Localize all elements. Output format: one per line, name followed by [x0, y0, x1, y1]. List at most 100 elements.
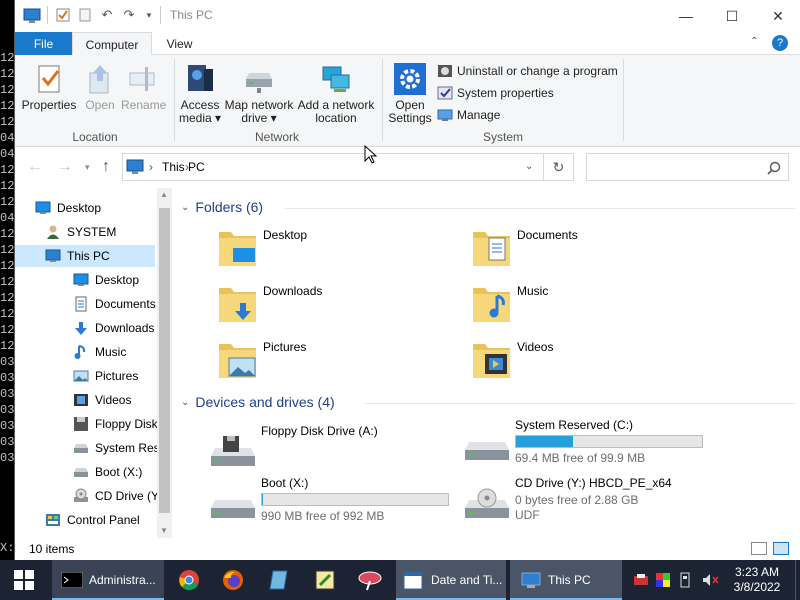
nav-item[interactable]: Boot (X:) — [73, 461, 142, 483]
drive-label: CD Drive (Y:) HBCD_PE_x64 — [515, 476, 672, 490]
forward-arrow-icon[interactable]: → — [57, 158, 73, 176]
access-media-button[interactable]: Access media ▾ — [178, 63, 222, 125]
tray-keyboard-icon[interactable] — [634, 560, 648, 600]
system-properties-icon — [437, 86, 453, 100]
mouse-cursor-icon — [364, 145, 378, 164]
tab-computer[interactable]: Computer — [72, 32, 152, 56]
large-icons-view-icon[interactable] — [773, 542, 789, 555]
properties-button[interactable]: Properties — [21, 63, 77, 112]
nav-item[interactable]: Pictures — [73, 365, 138, 387]
devices-section-header[interactable]: ⌄ Devices and drives (4) — [181, 394, 335, 410]
settings-gear-icon — [394, 63, 426, 95]
add-network-location-button[interactable]: Add a network location — [296, 63, 376, 125]
network-group-label: Network — [254, 130, 299, 144]
tab-view[interactable]: View — [152, 32, 207, 55]
this-pc-icon — [23, 8, 41, 23]
folder-label: Documents — [517, 228, 578, 242]
start-button[interactable] — [0, 560, 48, 600]
tray-clock[interactable]: 3:23 AM 3/8/2022 — [728, 560, 786, 600]
manage-label: Manage — [457, 108, 501, 122]
folder-tile[interactable]: Videos — [445, 336, 695, 386]
drive-icon — [74, 468, 88, 477]
computer-icon — [45, 249, 61, 262]
documents-icon — [75, 296, 87, 312]
nav-item[interactable]: Documents — [73, 293, 156, 315]
close-button[interactable]: ✕ — [755, 0, 800, 32]
tray-volume-muted-icon[interactable] — [702, 560, 720, 600]
refresh-icon[interactable]: ↻ — [544, 153, 574, 181]
folder-tile[interactable]: Music — [445, 280, 695, 330]
nav-item[interactable]: SYSTEM — [45, 221, 116, 243]
recent-locations-icon[interactable]: ▾ — [85, 162, 90, 173]
taskbar-notepad[interactable] — [268, 560, 294, 600]
folder-icon — [219, 232, 256, 266]
map-network-drive-button[interactable]: Map network drive ▾ — [222, 63, 296, 125]
hard-drive-icon — [465, 442, 509, 460]
redo-qat-icon[interactable]: ↷ — [121, 7, 137, 23]
tab-file[interactable]: File — [15, 32, 72, 55]
rename-button[interactable]: Rename — [121, 63, 166, 112]
taskbar-app-this-pc[interactable]: This PC — [510, 560, 622, 600]
manage-button[interactable]: Manage — [437, 107, 500, 123]
folder-tile[interactable]: Desktop — [191, 224, 441, 274]
taskbar-app-date-time[interactable]: Date and Ti... — [396, 560, 506, 600]
nav-item[interactable]: Desktop — [35, 197, 101, 219]
folder-tile[interactable]: Downloads — [191, 280, 441, 330]
drive-icon — [74, 444, 88, 453]
nav-item[interactable]: Downloads — [73, 317, 154, 339]
show-desktop-button[interactable] — [795, 560, 800, 600]
ribbon-tabs: File Computer View ⌃ ? — [15, 32, 800, 56]
taskbar-app-administrator[interactable]: Administra... — [52, 560, 164, 600]
drive-tile[interactable]: Boot (X:) 990 MB free of 992 MB — [189, 476, 449, 526]
tray-color-icon[interactable] — [656, 560, 670, 600]
status-bar: 10 items — [15, 538, 800, 560]
scroll-down-icon[interactable]: ▼ — [160, 526, 168, 535]
system-properties-button[interactable]: System properties — [437, 85, 554, 101]
address-dropdown-icon[interactable]: ⌄ — [525, 161, 533, 172]
drive-free-space: 990 MB free of 992 MB — [261, 509, 385, 523]
collapse-ribbon-icon[interactable]: ⌃ — [750, 36, 758, 47]
drive-tile[interactable]: CD Drive (Y:) HBCD_PE_x64 0 bytes free of… — [443, 476, 703, 526]
taskbar-firefox[interactable] — [222, 560, 248, 600]
back-arrow-icon[interactable]: ← — [27, 158, 43, 176]
drive-tile[interactable]: Floppy Disk Drive (A:) — [189, 424, 449, 474]
folders-section-header[interactable]: ⌄ Folders (6) — [181, 199, 263, 215]
customize-qat-icon[interactable]: ▾ — [141, 7, 157, 23]
taskbar-app-editor[interactable] — [314, 560, 340, 600]
folder-tile[interactable]: Pictures — [191, 336, 441, 386]
up-arrow-icon[interactable]: ↑ — [102, 158, 110, 176]
folder-icon — [219, 344, 256, 378]
open-label: Open — [85, 98, 115, 112]
collapse-chevron-icon[interactable]: ⌄ — [181, 397, 189, 408]
minimize-button[interactable]: — — [663, 0, 709, 32]
address-bar[interactable]: › This PC › ⌄ — [122, 153, 544, 181]
nav-item[interactable]: Control Panel — [45, 509, 140, 531]
drive-free-space: 69.4 MB free of 99.9 MB — [515, 451, 646, 465]
nav-item[interactable]: This PC — [15, 245, 155, 267]
nav-item[interactable]: Videos — [73, 389, 131, 411]
maximize-button[interactable]: ☐ — [709, 0, 755, 32]
folder-icon — [219, 288, 256, 322]
taskbar-app-paint[interactable] — [358, 560, 384, 600]
nav-pane-scroll-thumb[interactable] — [159, 208, 170, 513]
search-input[interactable] — [586, 153, 789, 181]
content-pane: ⌄ Folders (6) ⌄ Devices and drives (4) D… — [175, 188, 800, 538]
new-folder-qat-icon[interactable] — [77, 7, 93, 23]
scroll-up-icon[interactable]: ▲ — [160, 190, 168, 199]
drive-tile[interactable]: System Reserved (C:) 69.4 MB free of 99.9… — [443, 418, 703, 468]
breadcrumb-this-pc[interactable]: This PC — [162, 160, 205, 174]
tray-usb-icon[interactable] — [680, 560, 692, 600]
nav-item[interactable]: Music — [73, 341, 126, 363]
undo-qat-icon[interactable]: ↶ — [99, 7, 115, 23]
nav-item[interactable]: Desktop — [73, 269, 139, 291]
help-icon[interactable]: ? — [772, 35, 788, 51]
details-view-icon[interactable] — [751, 542, 767, 555]
uninstall-program-button[interactable]: Uninstall or change a program — [437, 63, 618, 79]
open-button[interactable]: Open — [81, 63, 119, 112]
properties-qat-icon[interactable] — [55, 7, 71, 23]
folder-tile[interactable]: Documents — [445, 224, 695, 274]
cd-icon — [74, 488, 88, 502]
open-settings-button[interactable]: Open Settings — [387, 63, 433, 125]
taskbar-chrome[interactable] — [178, 560, 204, 600]
collapse-chevron-icon[interactable]: ⌄ — [181, 202, 189, 213]
